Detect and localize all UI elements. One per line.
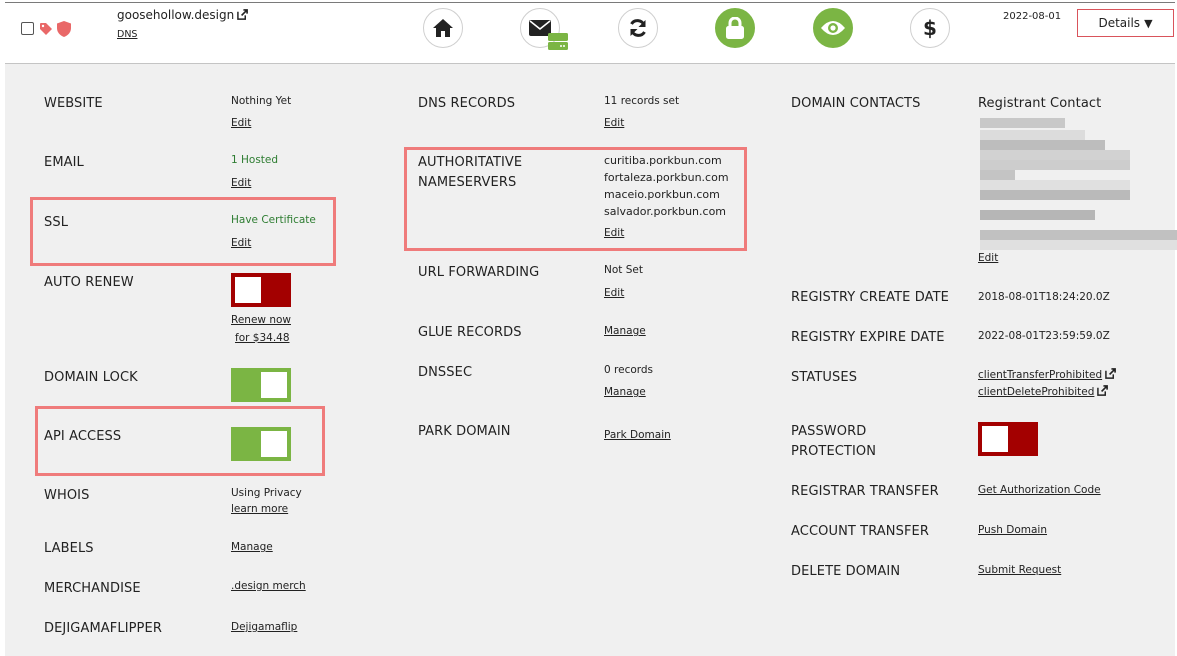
- password-protection-toggle[interactable]: [978, 422, 1038, 456]
- delete-domain-label: DELETE DOMAIN: [791, 564, 901, 579]
- website-label: WEBSITE: [44, 96, 103, 111]
- ssl-label: SSL: [44, 215, 69, 230]
- whois-privacy-button[interactable]: [813, 8, 853, 48]
- home-icon: [433, 19, 453, 37]
- url-forwarding-value: Not Set: [604, 264, 643, 276]
- external-link-icon[interactable]: [1097, 385, 1109, 396]
- create-date-value: 2018-08-01T18:24:20.0Z: [978, 291, 1110, 303]
- url-forwarding-label: URL FORWARDING: [418, 265, 540, 280]
- external-link-icon[interactable]: [1105, 368, 1117, 379]
- park-domain-link[interactable]: Park Domain: [604, 427, 671, 444]
- ssl-highlight-box: [30, 197, 336, 266]
- server-icon: [548, 33, 568, 50]
- password-protection-label-line2: PROTECTION: [791, 444, 877, 459]
- website-value: Nothing Yet: [231, 95, 292, 107]
- nameserver-item: fortaleza.porkbun.com: [604, 171, 729, 184]
- nameserver-item: salvador.porkbun.com: [604, 205, 727, 218]
- glue-records-label: GLUE RECORDS: [418, 325, 522, 340]
- redacted-contact-details: [975, 118, 1177, 252]
- website-edit-link[interactable]: Edit: [231, 115, 251, 132]
- password-protection-label-line1: PASSWORD: [791, 424, 867, 439]
- auto-renew-label: AUTO RENEW: [44, 275, 134, 290]
- expire-date-label: REGISTRY EXPIRE DATE: [791, 330, 945, 345]
- nameserver-item: curitiba.porkbun.com: [604, 154, 722, 167]
- submit-request-link[interactable]: Submit Request: [978, 562, 1061, 579]
- registrant-contact-title: Registrant Contact: [978, 96, 1102, 111]
- auto-renew-toggle[interactable]: [231, 273, 291, 307]
- labels-manage-link[interactable]: Manage: [231, 539, 273, 556]
- domain-lock-label: DOMAIN LOCK: [44, 370, 138, 385]
- get-auth-code-link[interactable]: Get Authorization Code: [978, 482, 1101, 499]
- shield-icon: [57, 21, 71, 37]
- refresh-button[interactable]: [618, 8, 658, 48]
- glue-records-manage-link[interactable]: Manage: [604, 323, 646, 340]
- expiry-date: 2022-08-01: [1003, 11, 1062, 22]
- statuses-label: STATUSES: [791, 370, 858, 385]
- api-access-label: API ACCESS: [44, 429, 122, 444]
- contacts-edit-link[interactable]: Edit: [978, 250, 998, 267]
- account-transfer-label: ACCOUNT TRANSFER: [791, 524, 930, 539]
- domain-contacts-label: DOMAIN CONTACTS: [791, 96, 921, 111]
- whois-label: WHOIS: [44, 488, 90, 503]
- ssl-value: Have Certificate: [231, 214, 316, 226]
- email-value: 1 Hosted: [231, 154, 279, 166]
- dns-records-value: 11 records set: [604, 95, 680, 107]
- park-domain-label: PARK DOMAIN: [418, 424, 511, 439]
- email-label: EMAIL: [44, 155, 84, 170]
- nameservers-label-line1: AUTHORITATIVE: [418, 155, 523, 170]
- api-access-toggle[interactable]: [231, 427, 291, 461]
- url-forwarding-edit-link[interactable]: Edit: [604, 285, 624, 302]
- refresh-icon: [630, 19, 646, 37]
- dns-records-edit-link[interactable]: Edit: [604, 115, 624, 132]
- divider: [5, 2, 1175, 3]
- dejigamaflipper-label: DEJIGAMAFLIPPER: [44, 621, 162, 636]
- website-button[interactable]: [423, 8, 463, 48]
- dns-link[interactable]: DNS: [117, 29, 137, 40]
- domain-name[interactable]: goosehollow.design: [117, 8, 249, 22]
- toggle-knob: [235, 277, 261, 303]
- domain-name-link[interactable]: goosehollow.design: [117, 8, 234, 22]
- status-link[interactable]: clientDeleteProhibited: [978, 384, 1094, 401]
- dejigamaflip-link[interactable]: Dejigamaflip: [231, 619, 297, 636]
- tag-icon: [40, 23, 52, 35]
- registrar-transfer-label: REGISTRAR TRANSFER: [791, 484, 939, 499]
- select-domain-checkbox[interactable]: [21, 22, 34, 35]
- dns-records-label: DNS RECORDS: [418, 96, 516, 111]
- merchandise-label: MERCHANDISE: [44, 581, 141, 596]
- details-button[interactable]: Details ▼: [1077, 9, 1174, 37]
- ssl-button[interactable]: [715, 8, 755, 48]
- whois-learn-more-link[interactable]: learn more: [231, 501, 288, 518]
- nameservers-label-line2: NAMESERVERS: [418, 175, 517, 190]
- push-domain-link[interactable]: Push Domain: [978, 522, 1047, 539]
- merchandise-link[interactable]: .design merch: [231, 578, 306, 595]
- toggle-knob: [261, 431, 287, 457]
- dnssec-manage-link[interactable]: Manage: [604, 384, 646, 401]
- toggle-knob: [982, 426, 1008, 452]
- toggle-knob: [261, 372, 287, 398]
- external-link-icon[interactable]: [237, 9, 249, 20]
- email-edit-link[interactable]: Edit: [231, 175, 251, 192]
- nameserver-item: maceio.porkbun.com: [604, 188, 720, 201]
- whois-value: Using Privacy: [231, 487, 302, 499]
- pricing-button[interactable]: $: [910, 8, 950, 48]
- details-button-label: Details: [1098, 16, 1141, 30]
- status-item[interactable]: clientDeleteProhibited: [978, 384, 1109, 401]
- domain-row-header: goosehollow.design DNS $ 2022-08-01 Deta…: [0, 0, 1177, 63]
- status-link[interactable]: clientTransferProhibited: [978, 367, 1102, 384]
- domain-lock-toggle[interactable]: [231, 368, 291, 402]
- caret-down-icon: ▼: [1144, 16, 1153, 30]
- status-item[interactable]: clientTransferProhibited: [978, 367, 1117, 384]
- expire-date-value: 2022-08-01T23:59:59.0Z: [978, 330, 1110, 342]
- labels-label: LABELS: [44, 541, 94, 556]
- lock-icon: [726, 17, 744, 39]
- dnssec-label: DNSSEC: [418, 365, 473, 380]
- create-date-label: REGISTRY CREATE DATE: [791, 290, 949, 305]
- dnssec-value: 0 records: [604, 364, 654, 376]
- eye-icon: [821, 21, 845, 35]
- ssl-edit-link[interactable]: Edit: [231, 235, 251, 252]
- dollar-icon: $: [923, 16, 937, 40]
- nameservers-edit-link[interactable]: Edit: [604, 225, 624, 242]
- renew-price-link[interactable]: for $34.48: [235, 330, 290, 347]
- renew-now-link[interactable]: Renew now: [231, 312, 291, 329]
